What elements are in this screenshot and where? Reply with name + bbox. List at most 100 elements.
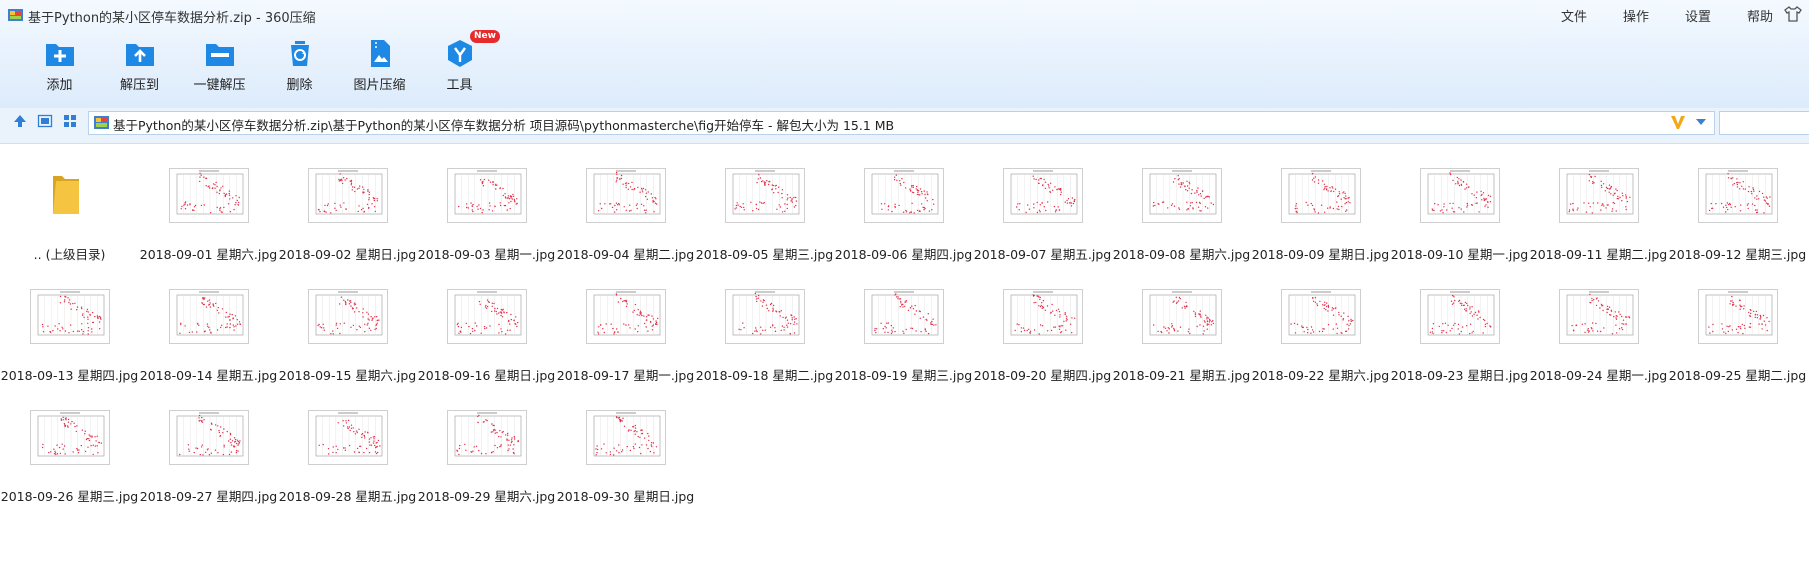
- tools-button[interactable]: New 工具: [420, 30, 500, 93]
- file-name-label: 2018-09-23 星期日.jpg: [1390, 368, 1529, 383]
- image-thumbnail-icon: [864, 168, 944, 223]
- file-name-label: 2018-09-04 星期二.jpg: [556, 247, 695, 262]
- file-item[interactable]: 2018-09-29 星期六.jpg: [417, 387, 556, 505]
- image-thumbnail-icon: [30, 410, 110, 465]
- file-item[interactable]: 2018-09-21 星期五.jpg: [1112, 266, 1251, 384]
- file-item[interactable]: 2018-09-01 星期六.jpg: [139, 145, 278, 263]
- menu-file[interactable]: 文件: [1543, 6, 1605, 25]
- search-input[interactable]: [1719, 111, 1809, 135]
- file-item[interactable]: 2018-09-12 星期三.jpg: [1668, 145, 1807, 263]
- image-thumbnail-icon: [1003, 289, 1083, 344]
- up-arrow-icon[interactable]: [12, 113, 28, 129]
- file-item[interactable]: 2018-09-02 星期日.jpg: [278, 145, 417, 263]
- file-item[interactable]: 2018-09-15 星期六.jpg: [278, 266, 417, 384]
- file-name-label: 2018-09-16 星期日.jpg: [417, 368, 556, 383]
- image-thumbnail-icon: [308, 168, 388, 223]
- path-field[interactable]: 基于Python的某小区停车数据分析.zip\基于Python的某小区停车数据分…: [88, 111, 1715, 135]
- file-item[interactable]: 2018-09-19 星期三.jpg: [834, 266, 973, 384]
- image-thumbnail-icon: [586, 289, 666, 344]
- toolbar: 添加 解压到 一键解压 删除 图片压缩 New 工具: [20, 30, 500, 93]
- folder-icon: [53, 176, 79, 214]
- one-click-extract-button[interactable]: 一键解压: [180, 38, 259, 93]
- file-item[interactable]: 2018-09-24 星期一.jpg: [1529, 266, 1668, 384]
- image-thumbnail-icon: [308, 289, 388, 344]
- file-name-label: 2018-09-12 星期三.jpg: [1668, 247, 1807, 262]
- file-item[interactable]: 2018-09-25 星期二.jpg: [1668, 266, 1807, 384]
- image-thumbnail-icon: [447, 410, 527, 465]
- file-item[interactable]: 2018-09-03 星期一.jpg: [417, 145, 556, 263]
- file-item[interactable]: 2018-09-11 星期二.jpg: [1529, 145, 1668, 263]
- file-name-label: 2018-09-25 星期二.jpg: [1668, 368, 1807, 383]
- thumbnail-view-icon[interactable]: [62, 113, 78, 129]
- file-item[interactable]: 2018-09-28 星期五.jpg: [278, 387, 417, 505]
- menu-settings[interactable]: 设置: [1667, 6, 1729, 25]
- file-name-label: 2018-09-21 星期五.jpg: [1112, 368, 1251, 383]
- file-name-label: 2018-09-09 星期日.jpg: [1251, 247, 1390, 262]
- extract-to-icon: [125, 44, 154, 66]
- image-thumbnail-icon: [1281, 168, 1361, 223]
- app-window: 基于Python的某小区停车数据分析.zip - 360压缩 文件 操作 设置 …: [0, 0, 1809, 579]
- menu-bar: 文件 操作 设置 帮助: [1543, 6, 1773, 25]
- app-logo-icon: [8, 9, 23, 21]
- header: 基于Python的某小区停车数据分析.zip - 360压缩 文件 操作 设置 …: [0, 0, 1809, 109]
- new-badge: New: [470, 30, 500, 43]
- file-item[interactable]: 2018-09-07 星期五.jpg: [973, 145, 1112, 263]
- file-name-label: 2018-09-15 星期六.jpg: [278, 368, 417, 383]
- file-grid: .. (上级目录) 2018-09-01 星期六.jpg 2018-09-02 星期…: [0, 145, 1809, 579]
- file-name-label: 2018-09-10 星期一.jpg: [1390, 247, 1529, 262]
- file-item[interactable]: 2018-09-06 星期四.jpg: [834, 145, 973, 263]
- chevron-down-icon[interactable]: [1696, 118, 1706, 126]
- add-label: 添加: [46, 78, 73, 93]
- file-item[interactable]: 2018-09-20 星期四.jpg: [973, 266, 1112, 384]
- file-item[interactable]: 2018-09-10 星期一.jpg: [1390, 145, 1529, 263]
- image-thumbnail-icon: [725, 168, 805, 223]
- image-thumbnail-icon: [447, 168, 527, 223]
- file-item[interactable]: 2018-09-08 星期六.jpg: [1112, 145, 1251, 263]
- parent-folder-item[interactable]: .. (上级目录): [0, 145, 139, 263]
- file-name-label: 2018-09-18 星期二.jpg: [695, 368, 834, 383]
- file-name-label: 2018-09-08 星期六.jpg: [1112, 247, 1251, 262]
- add-button[interactable]: 添加: [20, 38, 99, 93]
- image-thumbnail-icon: [308, 410, 388, 465]
- image-compress-label: 图片压缩: [353, 78, 406, 93]
- file-item[interactable]: 2018-09-17 星期一.jpg: [556, 266, 695, 384]
- tools-icon: [447, 40, 472, 67]
- file-item[interactable]: 2018-09-30 星期日.jpg: [556, 387, 695, 505]
- file-item[interactable]: 2018-09-14 星期五.jpg: [139, 266, 278, 384]
- file-name-label: 2018-09-07 星期五.jpg: [973, 247, 1112, 262]
- image-thumbnail-icon: [1420, 168, 1500, 223]
- image-thumbnail-icon: [30, 289, 110, 344]
- safety-v-icon[interactable]: [1670, 114, 1686, 130]
- file-item[interactable]: 2018-09-27 星期四.jpg: [139, 387, 278, 505]
- menu-operate[interactable]: 操作: [1605, 6, 1667, 25]
- skin-shirt-icon[interactable]: [1783, 6, 1803, 22]
- file-item[interactable]: 2018-09-18 星期二.jpg: [695, 266, 834, 384]
- extract-to-label: 解压到: [119, 78, 159, 93]
- image-thumbnail-icon: [1003, 168, 1083, 223]
- image-compress-icon: [370, 40, 390, 67]
- zip-file-icon: [94, 116, 109, 129]
- extract-to-button[interactable]: 解压到: [100, 38, 179, 93]
- file-item[interactable]: 2018-09-23 星期日.jpg: [1390, 266, 1529, 384]
- file-name-label: 2018-09-01 星期六.jpg: [139, 247, 278, 262]
- file-item[interactable]: 2018-09-09 星期日.jpg: [1251, 145, 1390, 263]
- file-name-label: 2018-09-02 星期日.jpg: [278, 247, 417, 262]
- image-compress-button[interactable]: 图片压缩: [340, 38, 419, 93]
- file-item[interactable]: 2018-09-26 星期三.jpg: [0, 387, 139, 505]
- path-text: 基于Python的某小区停车数据分析.zip\基于Python的某小区停车数据分…: [113, 118, 895, 133]
- image-thumbnail-icon: [1698, 289, 1778, 344]
- file-item[interactable]: 2018-09-04 星期二.jpg: [556, 145, 695, 263]
- file-item[interactable]: 2018-09-13 星期四.jpg: [0, 266, 139, 384]
- file-item[interactable]: 2018-09-16 星期日.jpg: [417, 266, 556, 384]
- menu-help[interactable]: 帮助: [1729, 6, 1773, 25]
- image-thumbnail-icon: [169, 410, 249, 465]
- file-name-label: 2018-09-03 星期一.jpg: [417, 247, 556, 262]
- details-view-icon[interactable]: [37, 113, 53, 129]
- file-item[interactable]: 2018-09-22 星期六.jpg: [1251, 266, 1390, 384]
- file-name-label: 2018-09-20 星期四.jpg: [973, 368, 1112, 383]
- file-name-label: 2018-09-30 星期日.jpg: [556, 489, 695, 504]
- delete-button[interactable]: 删除: [260, 38, 339, 93]
- file-name-label: 2018-09-24 星期一.jpg: [1529, 368, 1668, 383]
- file-item[interactable]: 2018-09-05 星期三.jpg: [695, 145, 834, 263]
- image-thumbnail-icon: [1142, 289, 1222, 344]
